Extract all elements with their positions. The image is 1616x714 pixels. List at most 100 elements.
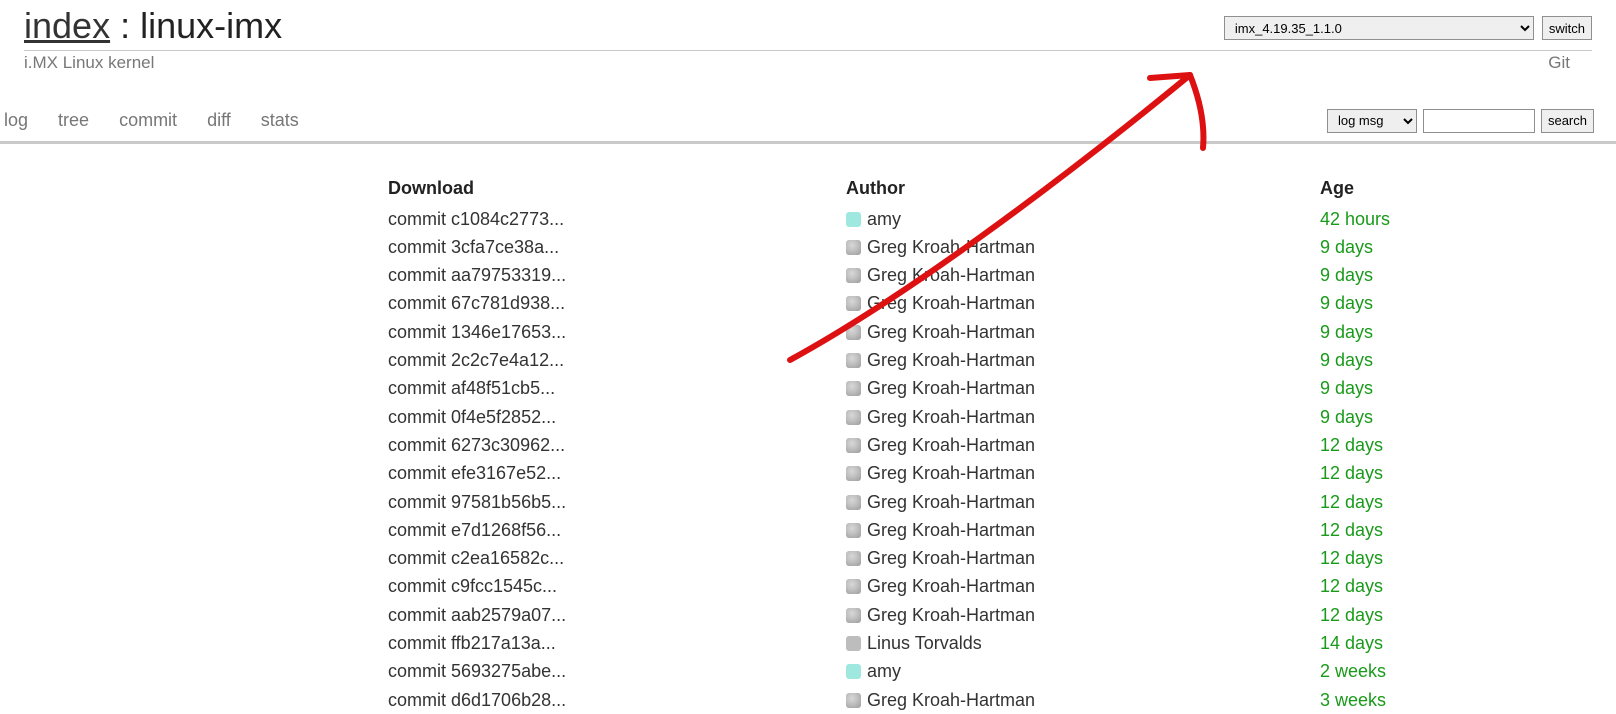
- avatar-icon: [846, 381, 861, 396]
- avatar-icon: [846, 268, 861, 283]
- switch-button[interactable]: switch: [1542, 16, 1592, 40]
- commit-age: 9 days: [1320, 318, 1548, 346]
- commit-age: 9 days: [1320, 403, 1548, 431]
- commit-link[interactable]: commit 0f4e5f2852...: [388, 407, 556, 427]
- commit-link[interactable]: commit d6d1706b28...: [388, 690, 566, 710]
- table-row: commit ffb217a13a... Linus Torvalds 14 day…: [388, 629, 1548, 657]
- avatar-icon: [846, 325, 861, 340]
- avatar-icon: [846, 410, 861, 425]
- commit-age: 12 days: [1320, 488, 1548, 516]
- author-name: Greg Kroah-Hartman: [867, 350, 1035, 370]
- table-row: commit efe3167e52...Greg Kroah-Hartman12…: [388, 459, 1548, 487]
- commit-link[interactable]: commit af48f51cb5...: [388, 378, 555, 398]
- commit-link[interactable]: commit 3cfa7ce38a...: [388, 237, 559, 257]
- avatar-icon: [846, 523, 861, 538]
- author-name: Greg Kroah-Hartman: [867, 407, 1035, 427]
- search-mode-select[interactable]: log msg: [1327, 109, 1417, 133]
- table-row: commit 1346e17653... Greg Kroah-Hartman 9 …: [388, 318, 1548, 346]
- col-header-age: Age: [1320, 174, 1548, 205]
- title-separator: :: [110, 5, 140, 46]
- commit-link[interactable]: commit 1346e17653...: [388, 322, 566, 342]
- commit-link[interactable]: commit aa79753319...: [388, 265, 566, 285]
- commit-age: 9 days: [1320, 346, 1548, 374]
- table-row: commit 0f4e5f2852... Greg Kroah-Hartman 9 …: [388, 403, 1548, 431]
- search-button[interactable]: search: [1541, 109, 1594, 133]
- author-name: Greg Kroah-Hartman: [867, 690, 1035, 710]
- table-row: commit c2ea16582c... Greg Kroah-Hartman 12…: [388, 544, 1548, 572]
- tab-stats[interactable]: stats: [261, 110, 299, 131]
- author-name: amy: [867, 209, 901, 229]
- tab-diff[interactable]: diff: [207, 110, 231, 131]
- commit-age: 42 hours: [1320, 205, 1548, 233]
- commit-link[interactable]: commit efe3167e52...: [388, 463, 561, 483]
- author-name: Greg Kroah-Hartman: [867, 265, 1035, 285]
- col-header-download: Download: [388, 174, 846, 205]
- commit-link[interactable]: commit c9fcc1545c...: [388, 576, 557, 596]
- avatar-icon: [846, 466, 861, 481]
- index-link[interactable]: index: [24, 5, 110, 46]
- search-form: log msg search: [1327, 109, 1616, 133]
- commit-age: 3 weeks: [1320, 686, 1548, 714]
- commit-link[interactable]: commit c2ea16582c...: [388, 548, 564, 568]
- author-name: Greg Kroah-Hartman: [867, 492, 1035, 512]
- header-divider: [24, 50, 1592, 51]
- commit-age: 12 days: [1320, 601, 1548, 629]
- author-name: Greg Kroah-Hartman: [867, 463, 1035, 483]
- commit-link[interactable]: commit 5693275abe...: [388, 661, 566, 681]
- avatar-icon: [846, 353, 861, 368]
- table-row: commit aa79753319... Greg Kroah-Hartman 9 …: [388, 261, 1548, 289]
- avatar-icon: [846, 636, 861, 651]
- tab-commit[interactable]: commit: [119, 110, 177, 131]
- author-name: amy: [867, 661, 901, 681]
- table-row: commit 97581b56b5... Greg Kroah-Hartman 12…: [388, 488, 1548, 516]
- repo-name: linux-imx: [140, 5, 282, 46]
- commit-age: 12 days: [1320, 572, 1548, 600]
- branch-switch-form: imx_4.19.35_1.1.0 switch: [1224, 6, 1592, 40]
- git-owner-label: Git: [1548, 53, 1592, 73]
- commit-link[interactable]: commit 2c2c7e4a12...: [388, 350, 564, 370]
- commit-age: 14 days: [1320, 629, 1548, 657]
- table-row: commit af48f51cb5...Greg Kroah-Hartman9 …: [388, 374, 1548, 402]
- author-name: Greg Kroah-Hartman: [867, 435, 1035, 455]
- commit-age: 9 days: [1320, 261, 1548, 289]
- repo-description: i.MX Linux kernel: [24, 53, 1548, 73]
- commit-link[interactable]: commit c1084c2773...: [388, 209, 564, 229]
- page-header: index : linux-imx imx_4.19.35_1.1.0 swit…: [0, 0, 1616, 75]
- avatar-icon: [846, 693, 861, 708]
- commit-link[interactable]: commit aab2579a07...: [388, 605, 566, 625]
- table-row: commit 67c781d938...Greg Kroah-Hartman9 …: [388, 289, 1548, 317]
- table-row: commit c1084c2773... amy 42 hours: [388, 205, 1548, 233]
- tab-tree[interactable]: tree: [58, 110, 89, 131]
- avatar-icon: [846, 240, 861, 255]
- commit-link[interactable]: commit 67c781d938...: [388, 293, 565, 313]
- author-name: Greg Kroah-Hartman: [867, 520, 1035, 540]
- branch-select[interactable]: imx_4.19.35_1.1.0: [1224, 16, 1534, 40]
- avatar-icon: [846, 608, 861, 623]
- table-row: commit 6273c30962...Greg Kroah-Hartman12…: [388, 431, 1548, 459]
- table-row: commit e7d1268f56...Greg Kroah-Hartman12…: [388, 516, 1548, 544]
- commit-age: 12 days: [1320, 544, 1548, 572]
- author-name: Linus Torvalds: [867, 633, 982, 653]
- repo-title: index : linux-imx: [24, 6, 1224, 46]
- table-row: commit d6d1706b28... Greg Kroah-Hartman 3 …: [388, 686, 1548, 714]
- avatar-icon: [846, 212, 861, 227]
- avatar-icon: [846, 438, 861, 453]
- author-name: Greg Kroah-Hartman: [867, 293, 1035, 313]
- author-name: Greg Kroah-Hartman: [867, 322, 1035, 342]
- author-name: Greg Kroah-Hartman: [867, 548, 1035, 568]
- commit-link[interactable]: commit e7d1268f56...: [388, 520, 561, 540]
- commit-age: 9 days: [1320, 374, 1548, 402]
- tab-log[interactable]: log: [4, 110, 28, 131]
- tab-bar: log tree commit diff stats log msg search: [0, 75, 1616, 141]
- table-row: commit 2c2c7e4a12... Greg Kroah-Hartman 9 …: [388, 346, 1548, 374]
- avatar-icon: [846, 664, 861, 679]
- avatar-icon: [846, 551, 861, 566]
- table-row: commit aab2579a07...Greg Kroah-Hartman12…: [388, 601, 1548, 629]
- commit-link[interactable]: commit 97581b56b5...: [388, 492, 566, 512]
- commit-link[interactable]: commit 6273c30962...: [388, 435, 565, 455]
- commit-link[interactable]: commit ffb217a13a...: [388, 633, 556, 653]
- table-row: commit 3cfa7ce38a...Greg Kroah-Hartman9 …: [388, 233, 1548, 261]
- commit-table: Download Author Age commit c1084c2773...…: [388, 174, 1548, 714]
- search-input[interactable]: [1423, 109, 1535, 133]
- author-name: Greg Kroah-Hartman: [867, 237, 1035, 257]
